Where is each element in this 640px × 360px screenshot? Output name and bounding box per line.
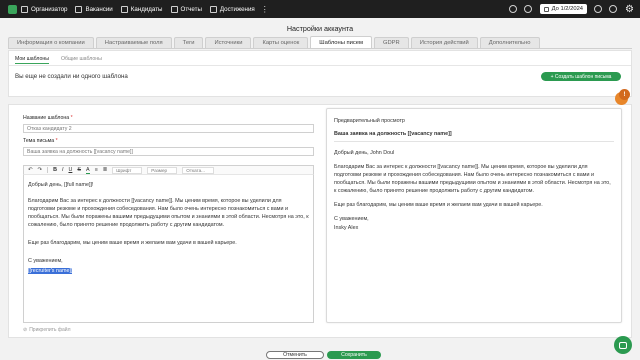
notification-alert-icon[interactable]: ! [619, 89, 630, 100]
list-icon[interactable]: ≡ [95, 167, 98, 173]
users-icon [120, 5, 128, 13]
cancel-button[interactable]: Отменить [266, 351, 324, 359]
page-title: Настройки аккаунта [286, 24, 354, 33]
nav-reports[interactable]: Отчеты [170, 5, 202, 13]
align-icon[interactable]: ≣ [103, 167, 108, 173]
nav-candidates-label: Кандидаты [130, 5, 163, 13]
subtab-my-templates[interactable]: Мои шаблоны [15, 56, 49, 64]
preview-closing: С уважением, [334, 216, 369, 222]
settings-gear-icon[interactable]: ⚙ [625, 4, 634, 15]
tab-company-info[interactable]: Информация о компании [8, 37, 94, 48]
tab-scorecards[interactable]: Карты оценок [253, 37, 309, 48]
nav-achievements[interactable]: Достижения [209, 5, 255, 13]
size-select[interactable]: Размер [147, 166, 178, 174]
plan-badge[interactable]: До 1/2/2024 [539, 4, 588, 14]
templates-list-panel: Мои шаблоны Общие шаблоны Вы еще не созд… [8, 50, 632, 97]
preview-paragraph-2: Еще раз благодарим, мы ценим ваше время … [334, 202, 543, 208]
attach-file-label: Прикрепить файл [29, 327, 71, 333]
chart-icon [170, 5, 178, 13]
calendar-icon [543, 6, 549, 12]
email-preview-panel: Предварительный просмотр Ваша заявка на … [326, 108, 622, 323]
nav-vacancies-label: Вакансии [85, 5, 113, 13]
email-body-editor[interactable]: Добрый день, [[full name]]! Благодарим В… [23, 175, 314, 323]
tab-gdpr[interactable]: GDPR [373, 37, 409, 48]
undo-icon[interactable]: ↶ [28, 167, 33, 173]
tab-sources[interactable]: Источники [205, 37, 252, 48]
italic-button[interactable]: I [62, 167, 64, 173]
paperclip-icon: ⊘ [23, 327, 28, 333]
text-color-button[interactable]: A [85, 167, 90, 174]
nav-vacancies[interactable]: Вакансии [75, 5, 113, 13]
sync-icon[interactable] [594, 5, 603, 13]
nav-reports-label: Отчеты [180, 5, 202, 13]
template-name-input[interactable]: Отказ кандидату 2 [23, 124, 314, 133]
body-paragraph-2: Еще раз благодарим, мы ценим ваше время … [28, 240, 237, 246]
nav-achievements-label: Достижения [219, 5, 255, 13]
subject-input[interactable]: Ваша заявка на должность [[vacancy name]… [23, 147, 314, 156]
chat-support-button[interactable] [614, 336, 632, 354]
template-subtabs: Мои шаблоны Общие шаблоны [15, 56, 102, 64]
underline-button[interactable]: U [68, 167, 72, 173]
body-closing: С уважением, [28, 258, 63, 264]
more-menu-icon[interactable]: ⋮ [261, 5, 269, 14]
subtab-shared-templates[interactable]: Общие шаблоны [61, 56, 102, 64]
save-button[interactable]: Сохранить [327, 351, 381, 359]
preview-signature: Insky Alex [334, 225, 359, 231]
tab-additional[interactable]: Дополнительно [479, 37, 540, 48]
plan-badge-label: До 1/2/2024 [551, 6, 584, 12]
nav-organizer-label: Организатор [31, 5, 68, 13]
toolbar-divider [47, 167, 49, 173]
body-signature: [[recruiter's name]] [28, 268, 73, 274]
bold-button[interactable]: B [53, 167, 57, 173]
trophy-icon [209, 5, 217, 13]
nav-candidates[interactable]: Кандидаты [120, 5, 163, 13]
redo-icon[interactable]: ↷ [38, 167, 43, 173]
preview-title: Предварительный просмотр [334, 118, 405, 124]
template-name-label: Название шаблона * [23, 115, 73, 121]
strikethrough-button[interactable]: S [77, 167, 81, 173]
divider [9, 65, 631, 66]
attach-file-link[interactable]: ⊘ Прикрепить файл [23, 327, 71, 333]
briefcase-icon [75, 5, 83, 13]
format-select[interactable]: Отката... [182, 166, 215, 174]
body-greeting: Добрый день, [[full name]]! [28, 182, 94, 188]
history-icon[interactable] [523, 5, 532, 13]
create-template-button[interactable]: + Создать шаблон письма [541, 72, 621, 81]
preview-divider [334, 141, 614, 142]
topbar-right-group: До 1/2/2024 ⚙ [502, 0, 640, 18]
empty-state-text: Вы еще не создали ни одного шаблона [15, 73, 128, 80]
preview-subject: Ваша заявка на должность [[vacancy name]… [334, 131, 452, 137]
top-navigation-bar: Организатор Вакансии Кандидаты Отчеты До… [0, 0, 640, 18]
subject-label-text: Тема письма [23, 138, 55, 144]
app-logo[interactable] [8, 4, 17, 14]
tab-custom-fields[interactable]: Настраиваемые поля [95, 37, 172, 48]
subject-label: Тема письма * [23, 138, 58, 144]
preview-paragraph-1: Благодарим Вас за интерес к должности [[… [334, 164, 611, 194]
required-mark: * [70, 115, 73, 121]
editor-toolbar: ↶ ↷ B I U S A ≡ ≣ Шрифт Размер Отката... [23, 165, 314, 175]
font-select[interactable]: Шрифт [112, 166, 143, 174]
body-paragraph-1: Благодарим Вас за интерес к должности [[… [28, 198, 309, 228]
nav-organizer[interactable]: Организатор [21, 5, 68, 13]
template-editor-panel: Название шаблона * Отказ кандидату 2 Тем… [8, 104, 632, 338]
tab-activity-history[interactable]: История действий [410, 37, 478, 48]
tab-tags[interactable]: Теги [173, 37, 204, 48]
chat-icon [619, 341, 627, 349]
notifications-icon[interactable] [609, 5, 618, 13]
help-icon[interactable] [508, 5, 517, 13]
tab-email-templates[interactable]: Шаблоны писем [310, 36, 372, 48]
template-name-label-text: Название шаблона [23, 115, 70, 121]
home-icon [21, 5, 28, 13]
required-mark: * [55, 138, 58, 144]
preview-greeting: Добрый день, John Doul [334, 150, 395, 156]
settings-tabs: Информация о компании Настраиваемые поля… [8, 36, 632, 49]
